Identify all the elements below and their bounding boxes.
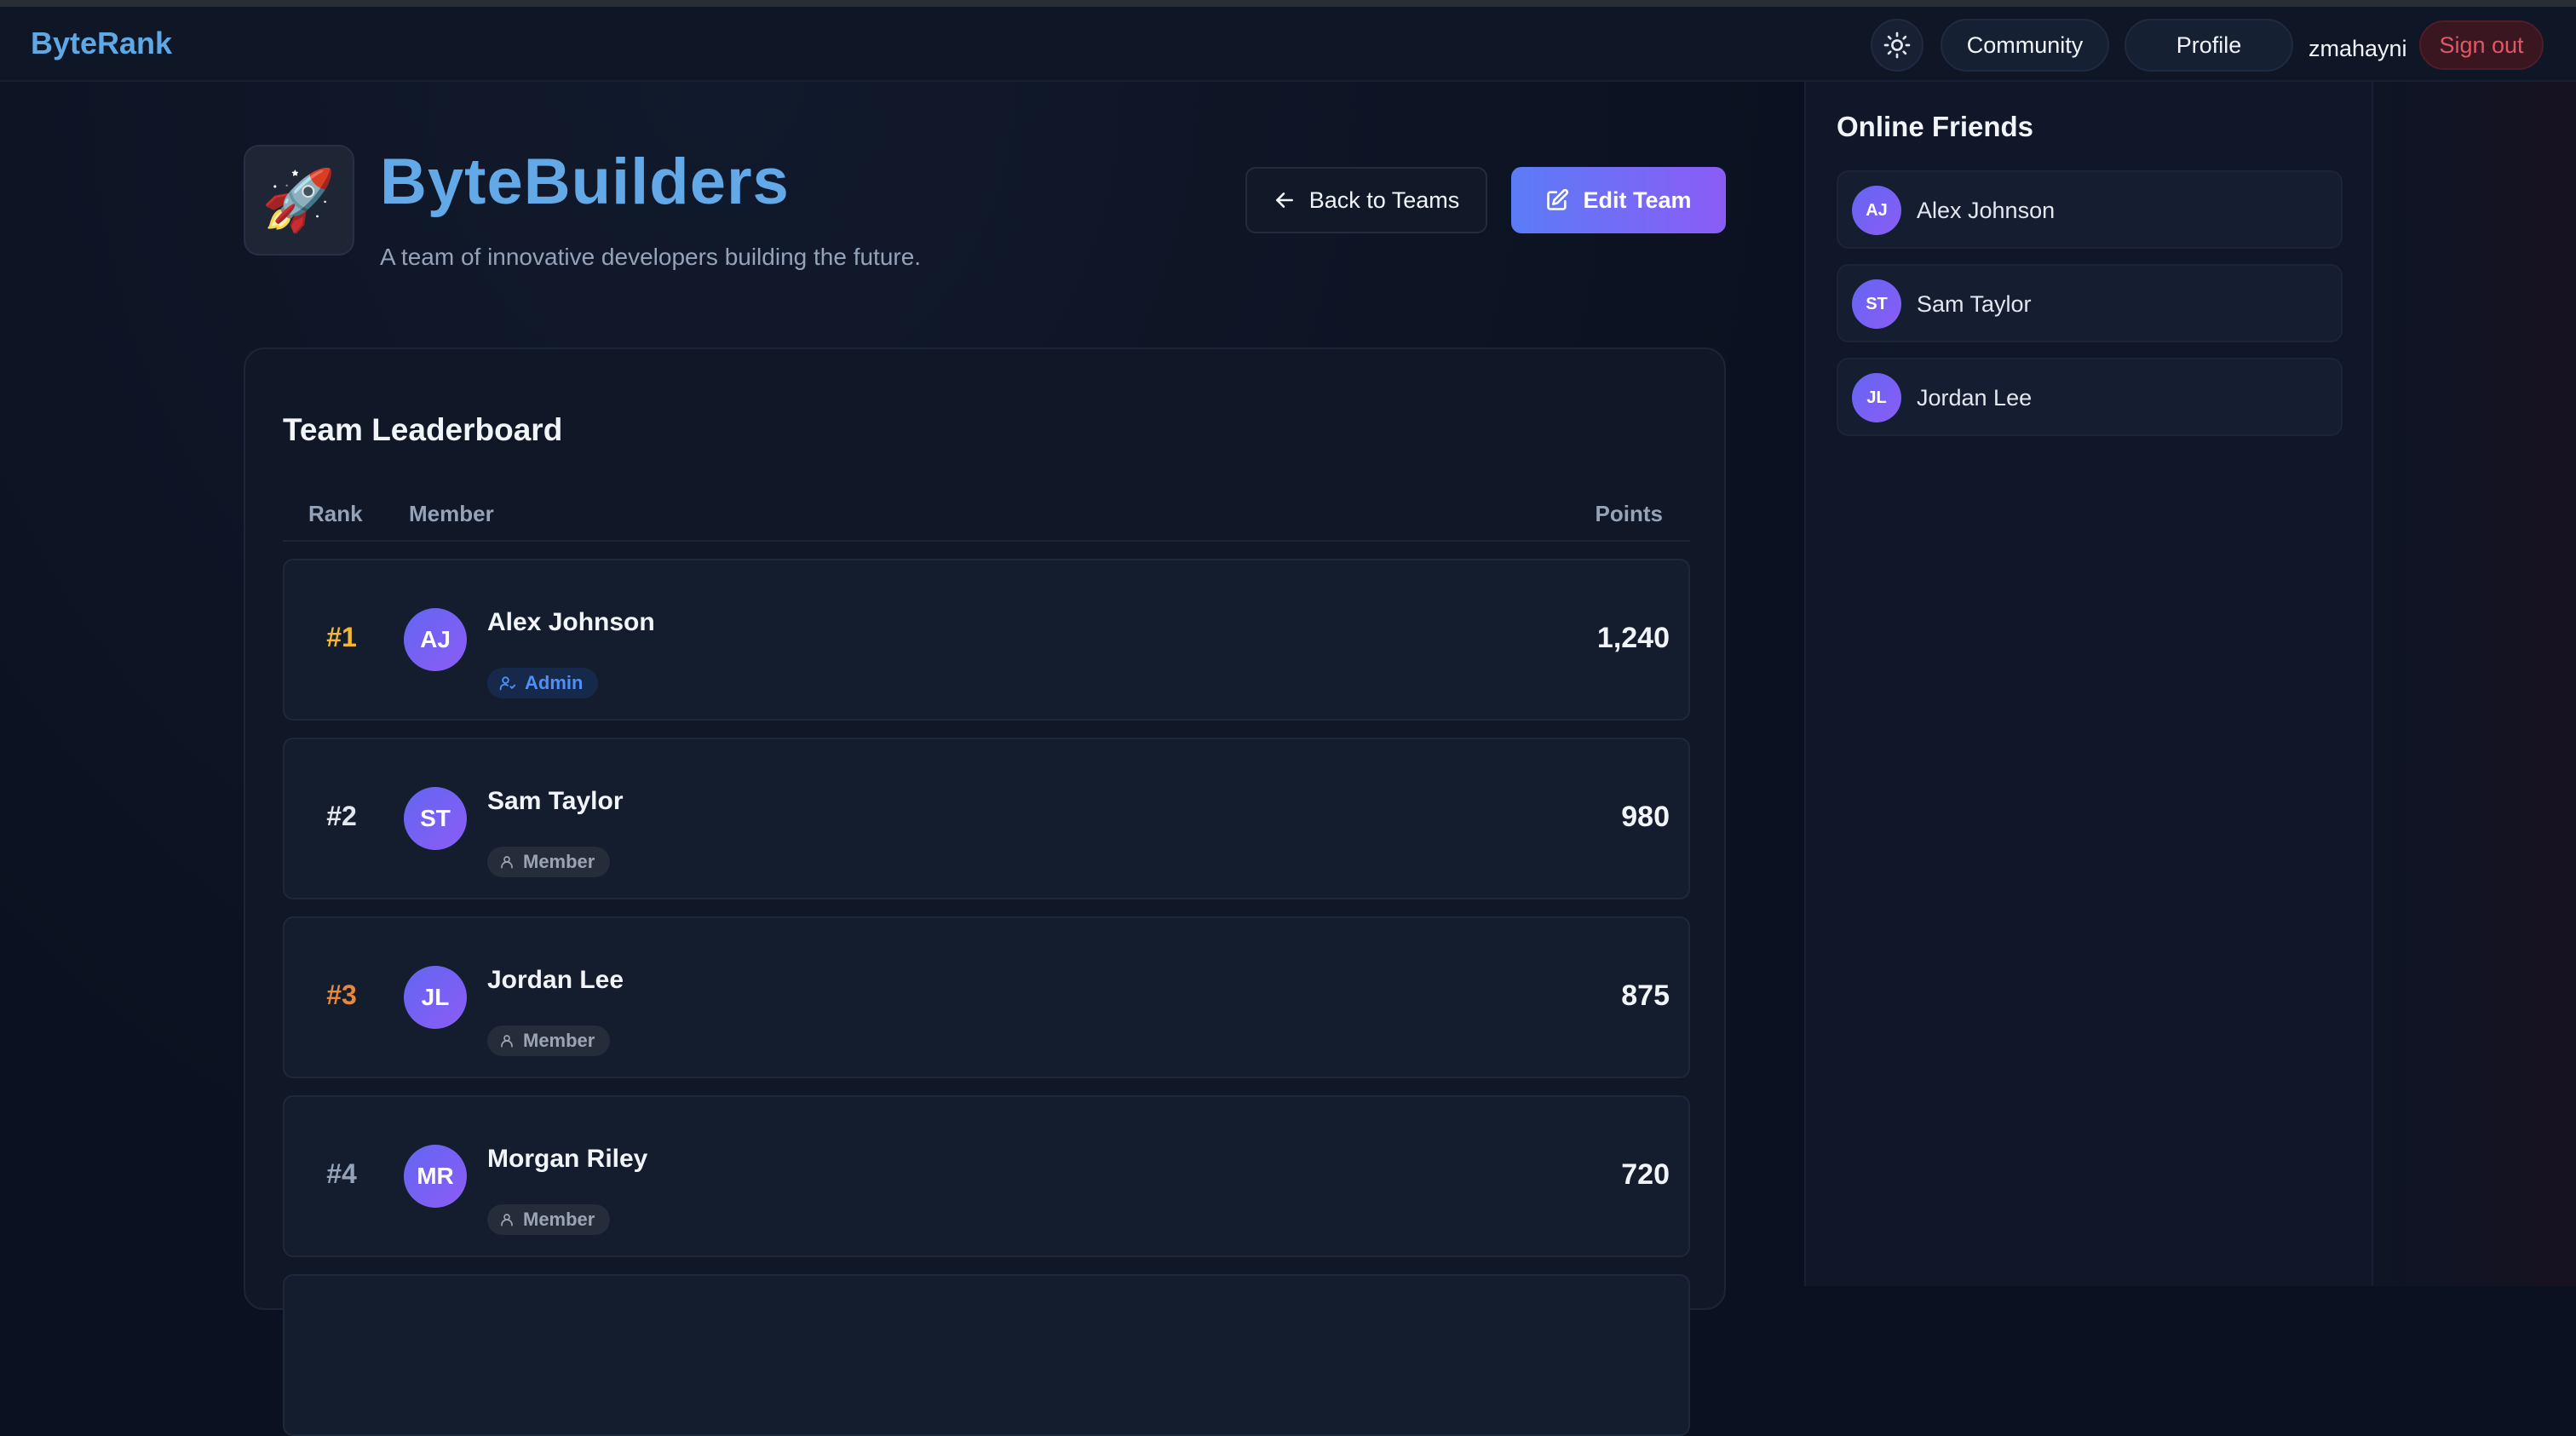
avatar: MR xyxy=(404,1145,467,1208)
member-name[interactable]: Jordan Lee xyxy=(487,966,624,995)
user-icon xyxy=(501,856,513,869)
points-value: 720 xyxy=(1621,1158,1670,1191)
rank-label: #3 xyxy=(326,979,357,1010)
member-name[interactable]: Morgan Riley xyxy=(487,1145,647,1174)
role-label: Member xyxy=(523,1030,595,1051)
sun-icon xyxy=(1883,32,1911,59)
rank-label: #2 xyxy=(326,801,357,831)
edit-team-label: Edit Team xyxy=(1583,187,1692,213)
leaderboard-card: Team Leaderboard Rank Member Points #1 A… xyxy=(244,348,1726,1436)
edit-icon xyxy=(1547,188,1569,210)
points-value: 1,240 xyxy=(1596,622,1670,654)
points-value: 980 xyxy=(1621,801,1670,833)
team-description: A team of innovative developers building… xyxy=(380,244,922,270)
sign-out-button[interactable]: Sign out xyxy=(2419,20,2544,70)
rocket-icon: 🚀 xyxy=(262,167,336,233)
friend-item[interactable]: AJ Alex Johnson xyxy=(1837,170,2343,249)
team-avatar: 🚀 xyxy=(244,145,354,256)
navbar: ByteRank Community Profile zmahayni Sign… xyxy=(0,7,2576,82)
role-badge: Member xyxy=(487,1025,611,1056)
role-badge: Member xyxy=(487,1204,611,1235)
rank-label: #4 xyxy=(326,1158,357,1189)
leaderboard-row-partial[interactable] xyxy=(283,1274,1690,1436)
nav-profile-button[interactable]: Profile xyxy=(2125,19,2293,72)
column-header-points: Points xyxy=(1595,501,1663,526)
user-admin-icon xyxy=(499,676,516,691)
friend-item[interactable]: JL Jordan Lee xyxy=(1837,358,2343,436)
arrow-left-icon xyxy=(1275,192,1293,208)
friend-name: Jordan Lee xyxy=(1917,385,2033,411)
right-background-pane xyxy=(2373,82,2576,1286)
role-label: Member xyxy=(523,851,595,872)
leaderboard-row[interactable]: #2 ST Sam Taylor Member 980 xyxy=(283,738,1690,899)
column-header-rank: Rank xyxy=(308,501,363,526)
username-label: zmahayni xyxy=(2309,36,2407,61)
avatar: JL xyxy=(404,966,467,1029)
header-divider xyxy=(283,540,1690,542)
points-value: 875 xyxy=(1621,979,1670,1012)
theme-toggle-button[interactable] xyxy=(1871,19,1923,72)
avatar: ST xyxy=(404,787,467,850)
online-friends-sidebar: Online Friends AJ Alex Johnson ST Sam Ta… xyxy=(1804,82,2373,1286)
rank-label: #1 xyxy=(326,622,357,652)
window-top-strip xyxy=(0,0,2576,7)
avatar: JL xyxy=(1852,373,1901,422)
leaderboard-row[interactable]: #1 AJ Alex Johnson Admin 1,240 xyxy=(283,559,1690,721)
role-label: Member xyxy=(523,1209,595,1230)
avatar: AJ xyxy=(404,608,467,671)
friend-item[interactable]: ST Sam Taylor xyxy=(1837,264,2343,342)
page-title: ByteBuilders xyxy=(380,146,790,218)
nav-community-button[interactable]: Community xyxy=(1941,19,2109,72)
user-icon xyxy=(501,1035,513,1048)
avatar: AJ xyxy=(1852,186,1901,235)
friend-name: Sam Taylor xyxy=(1917,291,2032,317)
leaderboard-row[interactable]: #3 JL Jordan Lee Member 875 xyxy=(283,916,1690,1078)
edit-team-button[interactable]: Edit Team xyxy=(1511,167,1726,233)
sidebar-title: Online Friends xyxy=(1837,111,2034,142)
role-label: Admin xyxy=(525,672,584,693)
user-icon xyxy=(501,1214,513,1226)
member-name[interactable]: Alex Johnson xyxy=(487,608,655,637)
column-header-member: Member xyxy=(409,501,494,526)
role-badge: Member xyxy=(487,847,611,877)
leaderboard-row[interactable]: #4 MR Morgan Riley Member 720 xyxy=(283,1095,1690,1257)
leaderboard-title: Team Leaderboard xyxy=(283,412,563,447)
member-name[interactable]: Sam Taylor xyxy=(487,787,624,816)
role-badge: Admin xyxy=(487,668,599,698)
back-to-teams-button[interactable]: Back to Teams xyxy=(1245,167,1487,233)
back-to-teams-label: Back to Teams xyxy=(1308,187,1460,213)
friend-name: Alex Johnson xyxy=(1917,198,2056,223)
avatar: ST xyxy=(1852,279,1901,329)
brand-logo[interactable]: ByteRank xyxy=(31,26,172,61)
